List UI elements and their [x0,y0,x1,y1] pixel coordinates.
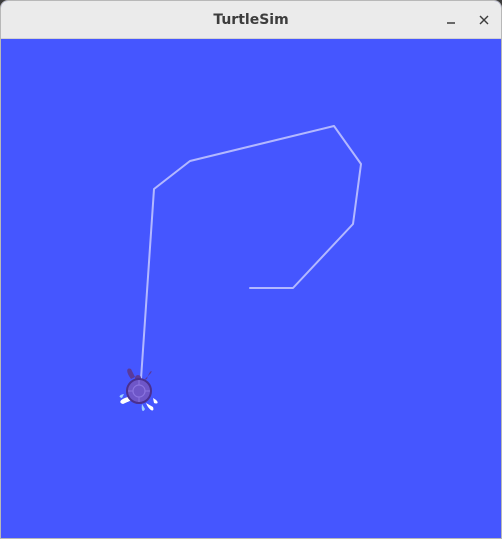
drawing-area [119,125,362,412]
close-button[interactable] [472,8,496,32]
turtle-canvas [1,39,501,538]
turtle-path [140,125,362,380]
minimize-icon [447,22,455,24]
close-icon [479,15,489,25]
turtle-icon [119,368,158,412]
title-bar[interactable]: TurtleSim [1,1,501,39]
turtlesim-window: TurtleSim [0,0,502,539]
minimize-button[interactable] [439,8,463,32]
window-title: TurtleSim [213,12,289,28]
